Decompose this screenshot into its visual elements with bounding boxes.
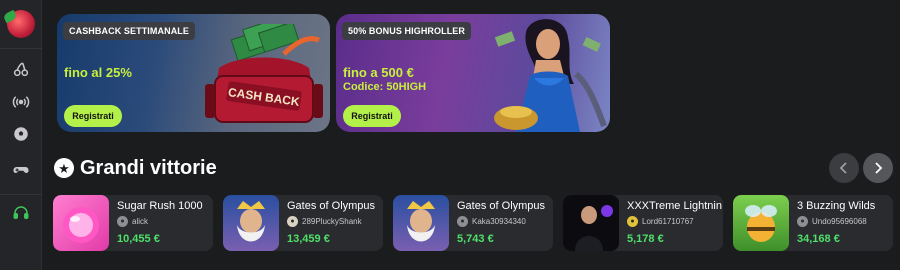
banner-headline: fino a 500 € — [343, 65, 414, 80]
win-amount: 5,178 € — [627, 233, 664, 245]
banner-tag: 50% BONUS HIGHROLLER — [342, 22, 472, 40]
avatar: ● — [287, 216, 298, 227]
winner: ● Kaka30934340 — [457, 216, 526, 227]
avatar: ● — [457, 216, 468, 227]
big-wins-header: ★ Grandi vittorie — [54, 156, 217, 180]
sidebar — [0, 0, 42, 270]
banner-tag: CASHBACK SETTIMANALE — [63, 22, 195, 40]
live-signal-icon[interactable] — [11, 92, 31, 112]
sidebar-divider — [0, 48, 42, 49]
cashback-briefcase-image: CASH BACK — [199, 16, 329, 132]
win-amount: 34,168 € — [797, 233, 840, 245]
winner: ● Lord61710767 — [627, 216, 694, 227]
win-card[interactable]: XXXTreme Lightnin ● Lord61710767 5,178 € — [563, 195, 723, 251]
winner: ● alick — [117, 216, 148, 227]
game-thumbnail[interactable] — [563, 195, 619, 251]
register-button[interactable]: Registrati — [64, 105, 122, 127]
username: Undo95696068 — [812, 217, 867, 226]
banner-headline: fino al 25% — [64, 65, 132, 80]
register-button[interactable]: Registrati — [343, 105, 401, 127]
game-name: Sugar Rush 1000 — [117, 200, 203, 212]
cashback-banner[interactable]: CASHBACK SETTIMANALE fino al 25% Registr… — [57, 14, 330, 132]
username: Kaka30934340 — [472, 217, 526, 226]
cherries-icon[interactable] — [11, 59, 31, 79]
highroller-woman-image — [476, 14, 610, 132]
game-name: 3 Buzzing Wilds — [797, 200, 876, 212]
avatar: ● — [117, 216, 128, 227]
avatar: ● — [627, 216, 638, 227]
avatar: ● — [797, 216, 808, 227]
username: alick — [132, 217, 149, 226]
win-amount: 10,455 € — [117, 233, 160, 245]
carousel-next-button[interactable] — [863, 153, 893, 183]
win-amount: 13,459 € — [287, 233, 330, 245]
win-card[interactable]: Gates of Olympus ● Kaka30934340 5,743 € — [393, 195, 553, 251]
chevron-left-icon — [839, 162, 847, 174]
win-card[interactable]: Gates of Olympus ● 289PluckyShank 13,459 … — [223, 195, 383, 251]
game-name: Gates of Olympus — [287, 200, 376, 212]
logo[interactable] — [7, 10, 35, 38]
game-name: Gates of Olympus — [457, 200, 546, 212]
promo-code: Codice: 50HIGH — [343, 81, 427, 93]
highroller-banner[interactable]: 50% BONUS HIGHROLLER fino a 500 € Codice… — [336, 14, 610, 132]
carousel-prev-button[interactable] — [829, 153, 859, 183]
winner: ● Undo95696068 — [797, 216, 867, 227]
game-thumbnail[interactable] — [393, 195, 449, 251]
win-card[interactable]: Sugar Rush 1000 ● alick 10,455 € — [53, 195, 213, 251]
game-thumbnail[interactable] — [53, 195, 109, 251]
sidebar-divider — [0, 194, 42, 195]
chevron-right-icon — [875, 162, 883, 174]
game-name: XXXTreme Lightnin — [627, 200, 722, 212]
section-title: Grandi vittorie — [80, 156, 217, 179]
game-thumbnail[interactable] — [733, 195, 789, 251]
soccer-ball-icon[interactable] — [11, 124, 31, 144]
username: Lord61710767 — [642, 217, 694, 226]
winner: ● 289PluckyShank — [287, 216, 362, 227]
win-card[interactable]: 3 Buzzing Wilds ● Undo95696068 34,168 € — [733, 195, 893, 251]
win-amount: 5,743 € — [457, 233, 494, 245]
star-icon: ★ — [54, 158, 74, 178]
gamepad-icon[interactable] — [11, 160, 31, 180]
headset-icon[interactable] — [11, 203, 31, 223]
game-thumbnail[interactable] — [223, 195, 279, 251]
username: 289PluckyShank — [302, 217, 362, 226]
